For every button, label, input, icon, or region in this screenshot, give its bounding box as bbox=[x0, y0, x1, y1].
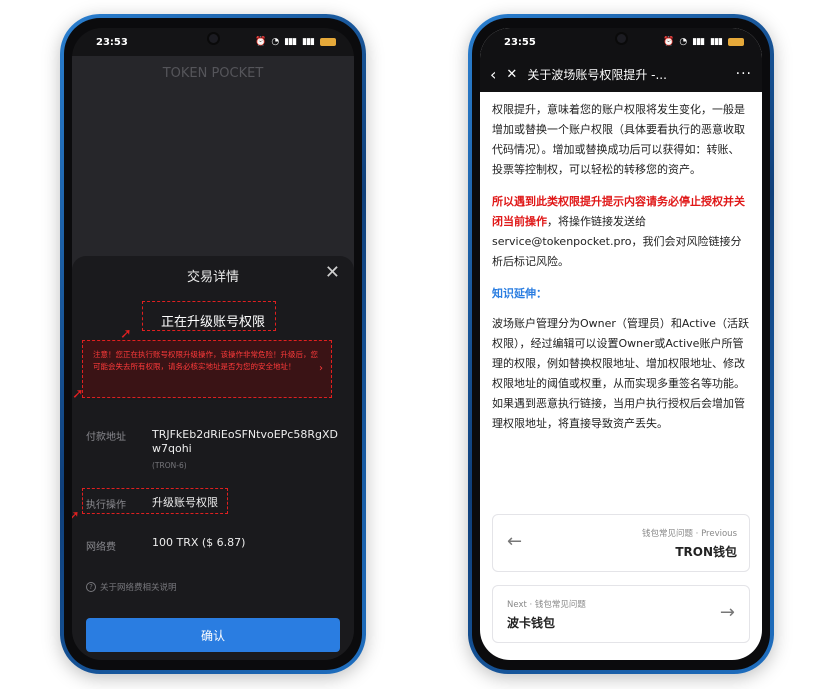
prev-article-card[interactable]: ← 钱包常见问题 · Previous TRON钱包 bbox=[492, 514, 750, 572]
background-app-title: TOKEN POCKET bbox=[162, 66, 264, 81]
fee-value: 100 TRX ($ 6.87) bbox=[152, 536, 246, 549]
section-heading: 知识延伸： bbox=[492, 287, 547, 300]
prev-sub: 钱包常见问题 · Previous bbox=[641, 529, 737, 539]
close-icon[interactable]: ✕ bbox=[506, 67, 517, 82]
right-screen: 23:55 ⏰ ◔ ▮▮▮ ▮▮▮ ‹ ✕ 关于波场账号权限提升 -... ··… bbox=[480, 28, 762, 660]
alarm-icon: ⏰ bbox=[255, 37, 266, 47]
front-camera bbox=[617, 34, 626, 43]
highlight-box-operation bbox=[142, 301, 276, 331]
wifi-icon: ◔ bbox=[679, 37, 687, 47]
help-circle-icon: ? bbox=[86, 582, 96, 592]
chevron-right-icon: › bbox=[319, 363, 323, 374]
front-camera bbox=[209, 34, 218, 43]
paragraph-3: 波场账户管理分为Owner（管理员）和Active（活跃权限），经过编辑可以设置… bbox=[492, 317, 749, 430]
confirm-button[interactable]: 确认 bbox=[86, 618, 340, 652]
close-icon[interactable]: ✕ bbox=[325, 262, 340, 283]
next-article-card[interactable]: Next · 钱包常见问题 波卡钱包 → bbox=[492, 585, 750, 643]
transaction-detail-sheet: 交易详情 ✕ 正在升级账号权限 ➚ 注意！您正在执行账号权限升级操作，该操作非常… bbox=[72, 256, 354, 660]
annotation-arrow-icon: ➚ bbox=[72, 508, 80, 524]
signal-icon-2: ▮▮▮ bbox=[710, 37, 723, 47]
wifi-icon: ◔ bbox=[271, 37, 279, 47]
warning-banner[interactable]: 注意！您正在执行账号权限升级操作，该操作非常危险！升级后，您可能会失去所有权限，… bbox=[82, 340, 332, 398]
nav-bar: ‹ ✕ 关于波场账号权限提升 -... ··· bbox=[480, 56, 762, 92]
background-app: TOKEN POCKET bbox=[72, 56, 354, 281]
warning-text: 注意！您正在执行账号权限升级操作，该操作非常危险！升级后，您可能会失去所有权限，… bbox=[93, 350, 318, 371]
nav-title: 关于波场账号权限提升 -... bbox=[527, 67, 667, 82]
back-arrow-icon[interactable]: ‹ bbox=[490, 65, 496, 84]
status-icons: ⏰ ◔ ▮▮▮ ▮▮▮ bbox=[255, 37, 336, 47]
article-content: 权限提升，意味着您的账户权限将发生变化，一般是增加或替换一个账户权限（具体要看执… bbox=[492, 100, 750, 446]
left-screen: 23:53 ⏰ ◔ ▮▮▮ ▮▮▮ TOKEN POCKET 交易详情 ✕ 正在… bbox=[72, 28, 354, 660]
left-phone: 23:53 ⏰ ◔ ▮▮▮ ▮▮▮ TOKEN POCKET 交易详情 ✕ 正在… bbox=[60, 14, 366, 674]
payer-network: (TRON-6) bbox=[152, 461, 187, 470]
payer-address: TRJFkEb2dRiEoSFNtvoEPc58RgXDw7qohi bbox=[152, 428, 338, 455]
battery-icon bbox=[320, 38, 336, 46]
alarm-icon: ⏰ bbox=[663, 37, 674, 47]
paragraph-2: 所以遇到此类权限提升提示内容请务必停止授权并关闭当前操作，将操作链接发送给ser… bbox=[492, 192, 750, 272]
arrow-right-icon: → bbox=[719, 602, 735, 623]
right-phone: 23:55 ⏰ ◔ ▮▮▮ ▮▮▮ ‹ ✕ 关于波场账号权限提升 -... ··… bbox=[468, 14, 774, 674]
next-title: 波卡钱包 bbox=[507, 616, 556, 630]
battery-icon bbox=[728, 38, 744, 46]
signal-icon: ▮▮▮ bbox=[692, 37, 705, 47]
next-sub: Next · 钱包常见问题 bbox=[507, 600, 586, 610]
fee-note-text: 关于网络费相关说明 bbox=[100, 583, 177, 593]
status-icons: ⏰ ◔ ▮▮▮ ▮▮▮ bbox=[663, 37, 744, 47]
signal-icon-2: ▮▮▮ bbox=[302, 37, 315, 47]
arrow-left-icon: ← bbox=[507, 531, 523, 552]
signal-icon: ▮▮▮ bbox=[284, 37, 297, 47]
annotation-arrow-icon: ➚ bbox=[72, 386, 84, 402]
sheet-title: 交易详情 bbox=[186, 270, 239, 285]
more-icon[interactable]: ··· bbox=[736, 66, 752, 82]
status-time: 23:55 bbox=[504, 36, 536, 48]
payer-label: 付款地址 bbox=[86, 432, 126, 443]
status-time: 23:53 bbox=[96, 36, 128, 48]
paragraph-1: 权限提升，意味着您的账户权限将发生变化，一般是增加或替换一个账户权限（具体要看执… bbox=[492, 103, 745, 176]
fee-label: 网络费 bbox=[86, 542, 116, 553]
fee-info-link[interactable]: ? 关于网络费相关说明 bbox=[86, 581, 177, 593]
highlight-box-exec bbox=[82, 488, 228, 514]
prev-title: TRON钱包 bbox=[675, 545, 737, 559]
